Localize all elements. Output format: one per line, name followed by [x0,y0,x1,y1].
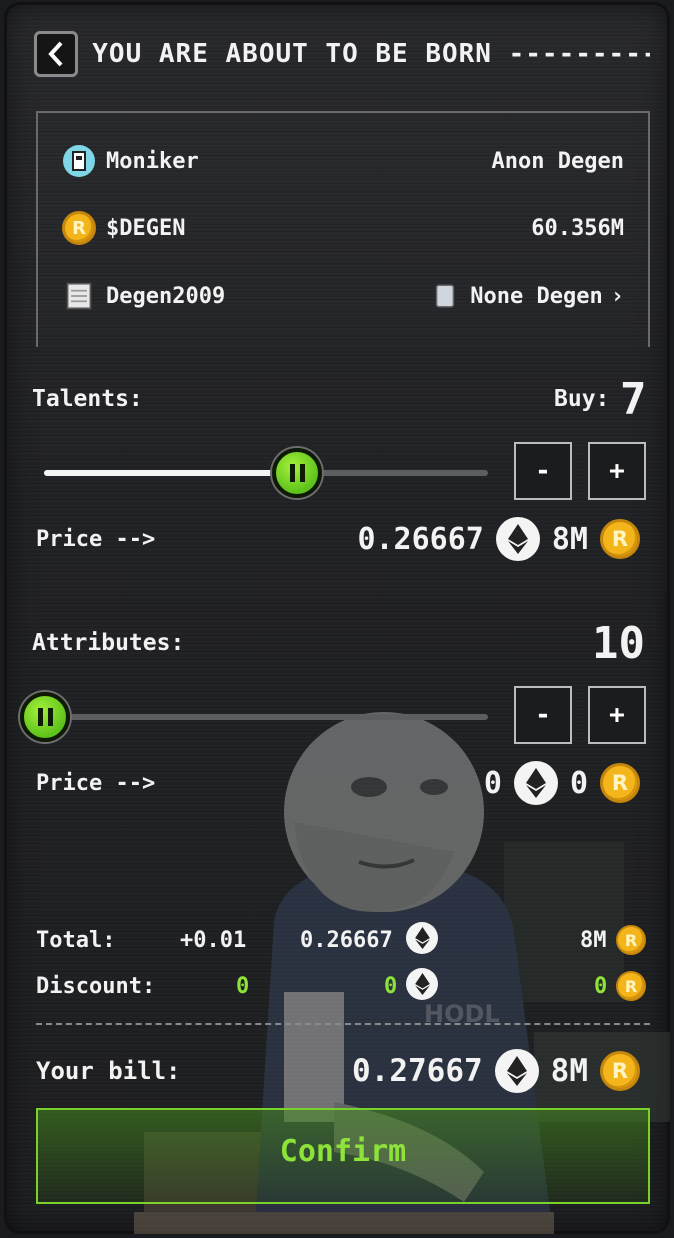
chevron-left-icon [48,41,63,67]
talents-plus-button[interactable]: + [588,442,646,500]
card-icon [428,279,462,313]
total-coin: 8M [580,927,607,953]
attributes-label: Attributes: [32,630,185,656]
discount-label: Discount: [36,973,156,999]
info-row-nft: Degen2009 None Degen › [62,276,624,316]
ethereum-icon [495,517,540,561]
total-extra: +0.01 [180,927,247,953]
divider [36,1023,650,1025]
info-row-moniker: Moniker Anon Degen [62,141,624,181]
robot-avatar-icon [62,144,96,178]
buy-label: Buy: [554,386,610,412]
degen-balance: 60.356M [531,215,624,241]
degen-coin-icon: R [616,971,646,1001]
info-row-degen: R $DEGEN 60.356M [62,208,624,248]
talents-price-row: Price --> 0.26667 8M R [36,514,640,564]
back-button[interactable] [34,31,79,77]
attributes-slider-handle[interactable] [20,692,70,742]
talents-price-label: Price --> [36,526,156,552]
talents-price-eth: 0.26667 [357,521,484,557]
attributes-count: 10 [592,618,645,669]
bill-row: Your bill: 0.27667 8M R [36,1046,640,1096]
talents-minus-button[interactable]: - [514,442,572,500]
ethereum-icon [406,968,438,1000]
none-degen-value: None Degen [470,283,603,309]
discount-extra: 0 [236,973,250,999]
degen-coin-icon: R [600,1051,640,1091]
moniker-value: Anon Degen [491,148,624,174]
none-degen-selector[interactable]: None Degen › [428,279,624,313]
discount-row: Discount: 0 0 0 R [36,968,650,1004]
attributes-slider-track[interactable] [44,714,488,720]
talents-buy-count: 7 [620,374,647,425]
header: YOU ARE ABOUT TO BE BORN ---------- [34,30,650,78]
talents-label: Talents: [32,386,143,412]
total-label: Total: [36,927,116,953]
scroll-icon [62,279,96,313]
degen-coin-icon: R [616,925,646,955]
ethereum-icon [406,922,438,954]
attributes-price-eth: 0 [483,765,502,801]
degen2009-label: Degen2009 [106,283,226,309]
bill-coin: 8M [550,1053,588,1089]
degen-coin-icon: R [62,211,96,245]
discount-eth: 0 [384,973,398,999]
confirm-button[interactable]: Confirm [36,1108,650,1204]
character-info-box: Moniker Anon Degen R $DEGEN 60.356M Dege… [36,111,650,347]
bill-label: Your bill: [36,1057,181,1085]
total-eth: 0.26667 [300,927,393,953]
bill-eth: 0.27667 [352,1053,483,1089]
attributes-price-label: Price --> [36,770,156,796]
total-row: Total: +0.01 0.26667 8M R [36,922,650,958]
moniker-label: Moniker [106,148,199,174]
chevron-right-icon: › [610,283,624,309]
talents-slider-handle[interactable] [272,448,323,498]
attributes-plus-button[interactable]: + [588,686,646,744]
degen-coin-icon: R [600,519,640,559]
talents-price-coin: 8M [551,521,588,557]
ethereum-icon [513,761,558,805]
page-title: YOU ARE ABOUT TO BE BORN ---------- [92,39,650,69]
degen-birth-panel: HODL YOU ARE ABOUT TO BE BORN ----------… [4,2,670,1234]
discount-coin: 0 [594,973,608,999]
degen-label: $DEGEN [106,215,186,241]
degen-coin-icon: R [600,763,640,803]
attributes-price-row: Price --> 0 0 R [36,758,640,808]
attributes-price-coin: 0 [569,765,588,801]
talents-slider-fill [44,470,298,476]
ethereum-icon [494,1049,539,1093]
attributes-minus-button[interactable]: - [514,686,572,744]
